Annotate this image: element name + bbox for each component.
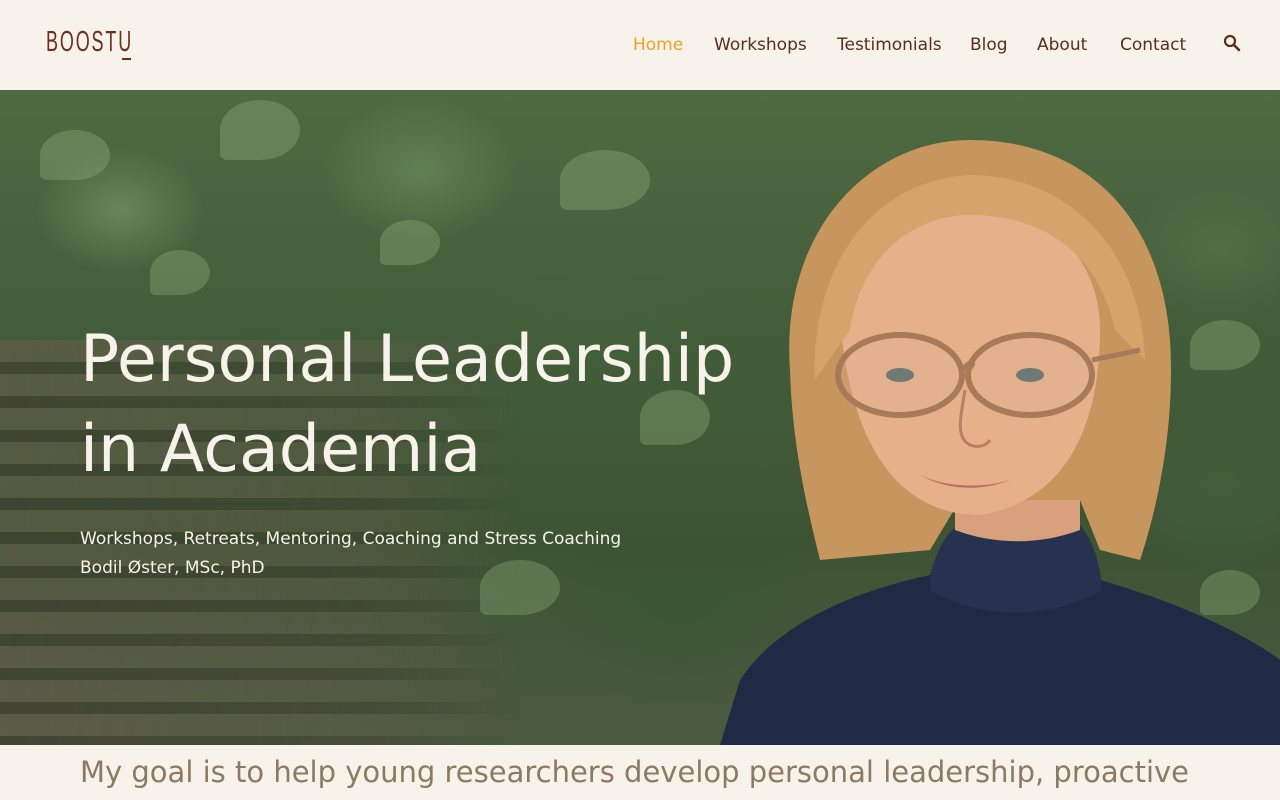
hero-title-line2: in Academia: [80, 412, 482, 487]
intro-goal-text: My goal is to help young researchers dev…: [80, 755, 1190, 789]
ivy-leaf: [40, 130, 110, 180]
nav-item-home[interactable]: Home: [633, 35, 683, 55]
hero-subtitle: Workshops, Retreats, Mentoring, Coaching…: [80, 525, 734, 583]
ivy-leaf: [560, 150, 650, 210]
nav-item-contact[interactable]: Contact: [1120, 35, 1186, 55]
nav-item-testimonials[interactable]: Testimonials: [837, 35, 942, 55]
portrait-photo: [720, 140, 1280, 745]
hero-subtitle-line2: Bodil Øster, MSc, PhD: [80, 558, 265, 578]
ivy-leaf: [380, 220, 440, 265]
site-header: BOOSTU Home Workshops Testimonials Blog …: [0, 0, 1280, 90]
hero-banner: Personal Leadership in Academia Workshop…: [0, 90, 1280, 745]
hero-title-line1: Personal Leadership: [80, 322, 735, 397]
logo-underline: [122, 58, 131, 60]
ivy-leaf: [150, 250, 210, 295]
hero-text-block: Personal Leadership in Academia Workshop…: [80, 315, 734, 583]
nav-item-blog[interactable]: Blog: [970, 35, 1008, 55]
hero-title: Personal Leadership in Academia: [80, 315, 734, 495]
search-icon[interactable]: [1222, 33, 1242, 53]
nav-item-workshops[interactable]: Workshops: [714, 35, 807, 55]
ivy-leaf: [220, 100, 300, 160]
hero-subtitle-line1: Workshops, Retreats, Mentoring, Coaching…: [80, 529, 622, 549]
logo[interactable]: BOOSTU: [46, 28, 133, 57]
nav-item-about[interactable]: About: [1037, 35, 1087, 55]
